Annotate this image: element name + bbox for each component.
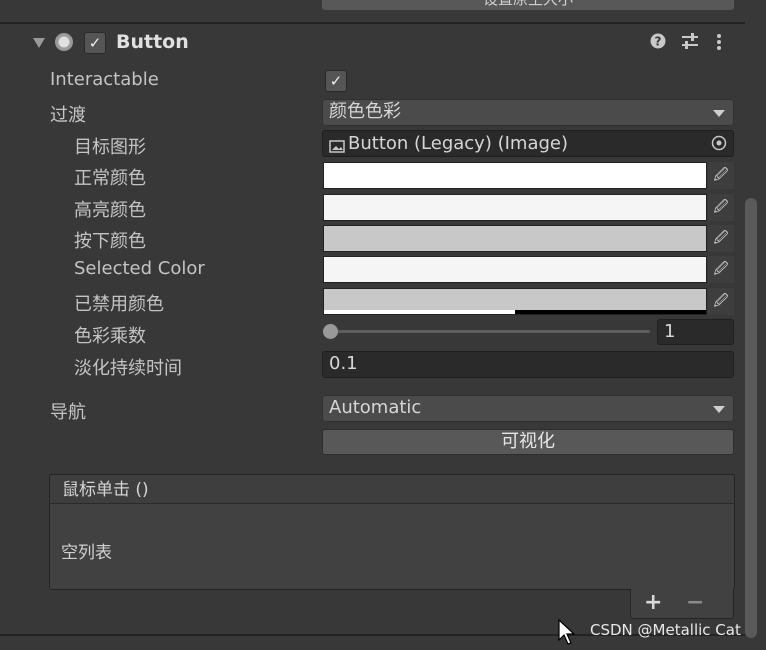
visualize-button[interactable]: 可视化 bbox=[322, 429, 734, 455]
eyedropper-icon[interactable]: 🖉 bbox=[708, 256, 734, 283]
set-native-size-button[interactable]: 设置原生大小 bbox=[322, 0, 734, 10]
navigation-dropdown[interactable]: Automatic bbox=[322, 395, 734, 422]
watermark-text: CSDN @Metallic Cat bbox=[590, 621, 741, 639]
color-multiplier-value: 1 bbox=[664, 321, 676, 342]
eyedropper-icon[interactable]: 🖉 bbox=[708, 288, 734, 315]
vertical-scrollbar[interactable] bbox=[745, 198, 757, 638]
alpha-bar-filled bbox=[324, 310, 515, 314]
svg-text:?: ? bbox=[655, 35, 662, 49]
pressed-color-swatch[interactable] bbox=[323, 225, 707, 252]
target-graphic-field[interactable]: Button (Legacy) (Image) bbox=[322, 130, 734, 157]
alpha-bar-empty bbox=[515, 310, 706, 314]
kebab-menu-icon[interactable] bbox=[716, 33, 722, 56]
highlighted-color-label: 高亮颜色 bbox=[74, 200, 146, 221]
component-title: Button bbox=[116, 31, 189, 53]
target-graphic-label: 目标图形 bbox=[74, 137, 146, 158]
add-button[interactable]: + bbox=[644, 590, 662, 615]
empty-list-text: 空列表 bbox=[61, 543, 112, 563]
image-icon bbox=[329, 137, 345, 158]
sliders-icon[interactable] bbox=[681, 33, 699, 54]
color-multiplier-label: 色彩乘数 bbox=[74, 326, 146, 347]
navigation-label: 导航 bbox=[50, 402, 86, 423]
chevron-down-icon bbox=[713, 406, 725, 413]
disabled-color-swatch[interactable] bbox=[323, 288, 707, 315]
transition-label: 过渡 bbox=[50, 105, 86, 126]
pressed-color-label: 按下颜色 bbox=[74, 231, 146, 252]
eyedropper-icon[interactable]: 🖉 bbox=[708, 162, 734, 189]
chevron-down-icon bbox=[713, 110, 725, 117]
normal-color-swatch[interactable] bbox=[323, 162, 707, 189]
navigation-value: Automatic bbox=[329, 397, 422, 418]
eyedropper-icon[interactable]: 🖉 bbox=[708, 194, 734, 221]
normal-color-label: 正常颜色 bbox=[74, 168, 146, 189]
highlighted-color-swatch[interactable] bbox=[323, 194, 707, 221]
question-circle-icon[interactable]: ? bbox=[650, 33, 666, 54]
object-picker-icon[interactable] bbox=[711, 135, 727, 156]
on-click-header: 鼠标单击 () bbox=[49, 474, 735, 504]
selected-color-swatch[interactable] bbox=[323, 256, 707, 283]
transition-dropdown[interactable]: 颜色色彩 bbox=[322, 99, 734, 126]
color-multiplier-input[interactable]: 1 bbox=[657, 319, 734, 345]
remove-button[interactable]: − bbox=[686, 590, 704, 615]
fade-duration-label: 淡化持续时间 bbox=[74, 358, 182, 379]
target-graphic-value: Button (Legacy) (Image) bbox=[348, 133, 568, 154]
interactable-checkbox[interactable]: ✓ bbox=[325, 70, 347, 92]
transition-value: 颜色色彩 bbox=[329, 101, 401, 122]
button-component-icon bbox=[55, 33, 73, 51]
fade-duration-input[interactable]: 0.1 bbox=[322, 351, 734, 378]
mouse-cursor-icon bbox=[558, 618, 576, 650]
color-multiplier-slider-track[interactable] bbox=[330, 330, 650, 333]
eyedropper-icon[interactable]: 🖉 bbox=[708, 225, 734, 252]
fade-duration-value: 0.1 bbox=[329, 353, 358, 374]
selected-color-label: Selected Color bbox=[74, 258, 205, 279]
foldout-arrow-icon[interactable] bbox=[33, 38, 45, 48]
disabled-color-label: 已禁用颜色 bbox=[74, 294, 164, 315]
interactable-label: Interactable bbox=[50, 69, 159, 90]
section-divider bbox=[0, 22, 745, 24]
slider-handle[interactable] bbox=[323, 324, 338, 339]
component-enabled-checkbox[interactable]: ✓ bbox=[84, 32, 106, 54]
